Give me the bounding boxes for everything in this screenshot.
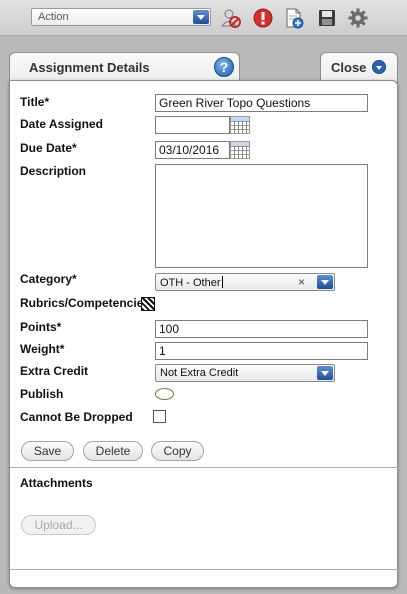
weight-input[interactable]: 1	[155, 342, 368, 360]
arrow-down-circle-icon	[372, 60, 386, 74]
due-date-calendar-icon[interactable]	[230, 141, 250, 159]
cannot-be-dropped-checkbox[interactable]	[153, 410, 166, 423]
due-date-label: Due Date*	[20, 141, 77, 155]
save-disk-icon[interactable]	[316, 7, 338, 29]
close-button-label: Close	[331, 60, 367, 75]
extra-credit-select[interactable]: Not Extra Credit	[155, 364, 335, 382]
chevron-down-icon[interactable]	[317, 366, 333, 380]
clear-icon[interactable]: ×	[298, 275, 305, 289]
attachments-label: Attachments	[20, 476, 93, 490]
points-input[interactable]: 100	[155, 320, 368, 338]
assignment-details-panel: Title* Green River Topo Questions Date A…	[9, 80, 399, 588]
tab-assignment-details-label: Assignment Details	[29, 60, 150, 75]
publish-label: Publish	[20, 387, 64, 401]
due-date-input[interactable]: 03/10/2016	[155, 141, 230, 159]
points-label: Points*	[20, 320, 62, 334]
category-select-value: OTH - Other	[160, 277, 221, 289]
weight-label: Weight*	[20, 342, 65, 356]
alert-icon[interactable]	[252, 7, 274, 29]
date-assigned-calendar-icon[interactable]	[230, 116, 250, 134]
chevron-down-icon[interactable]	[193, 10, 209, 24]
category-select[interactable]: OTH - Other ×	[155, 273, 335, 291]
category-label: Category*	[20, 272, 77, 286]
cannot-be-dropped-label: Cannot Be Dropped	[20, 410, 133, 424]
chevron-down-icon[interactable]	[317, 275, 333, 289]
upload-button[interactable]: Upload...	[21, 515, 96, 535]
extra-credit-label: Extra Credit	[20, 364, 89, 378]
help-icon[interactable]: ?	[214, 57, 234, 77]
description-label: Description	[20, 164, 87, 178]
copy-button[interactable]: Copy	[151, 441, 204, 461]
rubrics-competencies-label: Rubrics/Competencies	[20, 296, 151, 310]
new-document-icon[interactable]	[283, 7, 305, 29]
divider	[10, 569, 399, 570]
delete-button[interactable]: Delete	[83, 441, 143, 461]
title-input[interactable]: Green River Topo Questions	[155, 94, 368, 112]
action-select-value: Action	[38, 11, 69, 23]
save-button[interactable]: Save	[21, 441, 74, 461]
rubric-stripes-icon[interactable]	[141, 297, 155, 311]
divider	[10, 467, 399, 468]
date-assigned-input[interactable]	[155, 116, 230, 134]
action-select[interactable]: Action	[31, 8, 211, 26]
publish-toggle[interactable]	[155, 388, 174, 400]
settings-gear-icon[interactable]	[347, 7, 369, 29]
top-toolbar: Action	[0, 0, 407, 36]
remove-user-icon[interactable]	[220, 7, 242, 29]
title-label: Title*	[20, 95, 50, 109]
text-caret	[221, 276, 223, 288]
extra-credit-select-value: Not Extra Credit	[160, 367, 239, 379]
date-assigned-label: Date Assigned	[20, 117, 103, 131]
description-textarea[interactable]	[155, 164, 368, 268]
